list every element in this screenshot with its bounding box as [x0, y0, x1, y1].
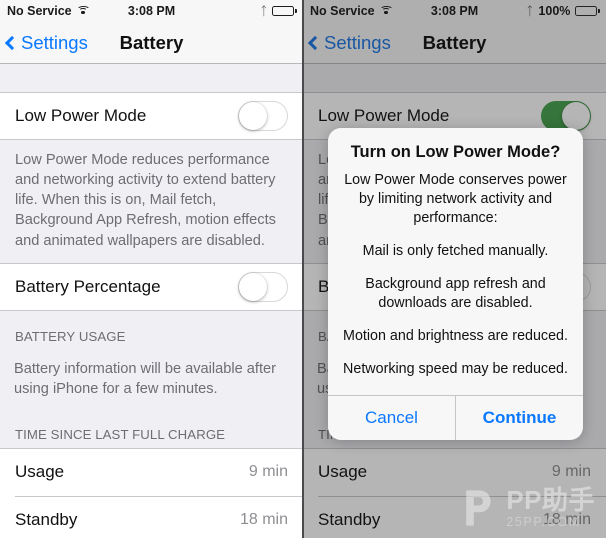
page-title: Battery	[422, 31, 487, 53]
row-value: 18 min	[239, 511, 288, 529]
alert-paragraph: Background app refresh and downloads are…	[365, 276, 546, 311]
time-since-group: Usage 9 min Standby 18 min	[303, 447, 606, 538]
navigation-bar: Settings Battery	[303, 22, 606, 64]
low-power-mode-toggle[interactable]	[238, 101, 288, 131]
row-battery-percentage[interactable]: Battery Percentage	[0, 262, 303, 311]
battery-usage-header: BATTERY USAGE	[15, 328, 126, 344]
toggle-knob	[239, 102, 267, 130]
low-power-mode-label: Low Power Mode	[318, 106, 450, 125]
time-since-group: Usage 9 min Standby 18 min	[0, 447, 303, 538]
row-value: 9 min	[551, 463, 591, 481]
battery-full-icon	[272, 5, 297, 17]
row-label: Standby	[15, 510, 78, 530]
status-bar-right: ᛏ 100%	[526, 4, 600, 18]
battery-usage-note: Battery information will be available af…	[14, 360, 277, 397]
row-low-power-mode[interactable]: Low Power Mode	[0, 92, 303, 140]
row-value: 18 min	[542, 511, 591, 529]
battery-percent-label: 100%	[538, 4, 571, 18]
table-row[interactable]: Usage 9 min	[303, 448, 606, 496]
navigation-bar: Settings Battery	[0, 22, 303, 64]
low-power-mode-alert-dialog: Turn on Low Power Mode? Low Power Mode c…	[328, 128, 583, 440]
row-label: Usage	[15, 462, 65, 482]
battery-percentage-label: Battery Percentage	[15, 276, 161, 296]
status-bar: No Service 3:08 PM ᛏ	[0, 0, 303, 22]
bluetooth-icon: ᛏ	[526, 4, 534, 18]
time-since-last-full-charge-header: TIME SINCE LAST FULL CHARGE	[15, 426, 226, 442]
settings-content: Low Power Mode Low Power Mode reduces pe…	[0, 64, 303, 538]
table-row[interactable]: Standby 18 min	[303, 496, 606, 538]
alert-title: Turn on Low Power Mode?	[350, 143, 561, 161]
status-bar-clock: 3:08 PM	[127, 4, 176, 18]
status-bar-right: ᛏ	[260, 5, 297, 17]
spacer-top	[0, 64, 303, 92]
bluetooth-icon: ᛏ	[260, 4, 268, 18]
alert-message: Low Power Mode conserves power by limiti…	[342, 171, 569, 379]
alert-body: Turn on Low Power Mode? Low Power Mode c…	[328, 128, 583, 395]
comparison-screenshot: No Service 3:08 PM ᛏ Settings Battery Lo…	[0, 0, 606, 538]
low-power-mode-label: Low Power Mode	[15, 106, 147, 125]
continue-button[interactable]: Continue	[456, 396, 583, 440]
table-row[interactable]: Standby 18 min	[0, 496, 303, 538]
alert-paragraph: Low Power Mode conserves power by limiti…	[344, 172, 567, 226]
alert-paragraph: Motion and brightness are reduced.	[343, 328, 568, 344]
battery-low-power-icon	[575, 5, 600, 17]
row-label: Standby	[318, 510, 381, 530]
cancel-button[interactable]: Cancel	[328, 396, 455, 440]
battery-percentage-toggle[interactable]	[238, 271, 288, 302]
low-power-mode-description: Low Power Mode reduces performance and n…	[15, 152, 276, 249]
low-power-mode-toggle[interactable]	[541, 101, 591, 131]
toggle-knob	[239, 272, 267, 301]
toggle-knob	[562, 102, 590, 130]
panel-divider	[302, 0, 304, 538]
left-phone-screen: No Service 3:08 PM ᛏ Settings Battery Lo…	[0, 0, 303, 538]
right-phone-screen: No Service 3:08 PM ᛏ 100% Settings Batte…	[303, 0, 606, 538]
status-bar: No Service 3:08 PM ᛏ 100%	[303, 0, 606, 22]
table-row[interactable]: Usage 9 min	[0, 448, 303, 496]
page-title: Battery	[119, 31, 184, 53]
row-label: Usage	[318, 462, 368, 482]
alert-actions: Cancel Continue	[328, 395, 583, 440]
row-value: 9 min	[248, 463, 288, 481]
spacer-top	[303, 64, 606, 92]
alert-paragraph: Networking speed may be reduced.	[343, 361, 568, 377]
alert-paragraph: Mail is only fetched manually.	[362, 243, 549, 259]
